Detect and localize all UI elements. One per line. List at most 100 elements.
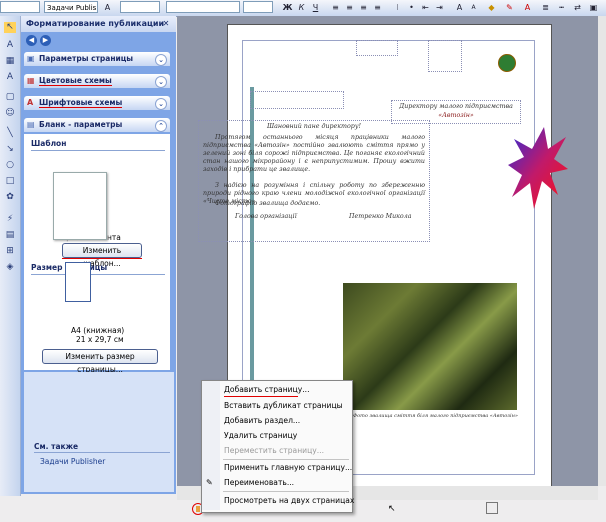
font-size-field[interactable] (243, 1, 273, 13)
align-right-icon[interactable]: ≡ (358, 2, 369, 13)
photo-caption: Фото звалища сміття біля малого підприєм… (353, 413, 518, 419)
justify-icon[interactable]: ≡ (372, 2, 383, 13)
contact-box[interactable] (428, 40, 462, 72)
increase-indent-icon[interactable]: ⇥ (434, 2, 445, 13)
form-control-icon[interactable]: ⊞ (4, 246, 16, 257)
rectangle-icon[interactable]: □ (4, 176, 16, 187)
menu-item-add-section[interactable]: Добавить раздел... (224, 415, 300, 427)
font-color-icon[interactable]: A (522, 2, 533, 13)
close-icon[interactable]: ✕ (161, 19, 171, 29)
line-style-icon[interactable]: ≣ (540, 2, 551, 13)
font-size-up-icon[interactable]: A (454, 2, 465, 13)
style-field[interactable]: Задачи Publisher (44, 1, 98, 13)
menu-item-apply-master[interactable]: Применить главную страницу... (224, 462, 352, 474)
wordart-icon[interactable]: A (4, 72, 16, 83)
page-icon (196, 506, 200, 512)
page-options-icon: ▣ (27, 54, 35, 63)
chevron-down-icon[interactable]: ⌄ (155, 54, 167, 66)
section-label: Цветовые схемы (39, 76, 112, 86)
text-box-icon[interactable]: A (4, 40, 16, 51)
table-icon[interactable]: ▦ (4, 56, 16, 67)
chevron-down-icon[interactable]: ⌄ (155, 76, 167, 88)
arrow-style-icon[interactable]: ⇄ (572, 2, 583, 13)
letterhead-icon: ▤ (27, 120, 35, 129)
section-font-schemes[interactable]: A Шрифтовые схемы ⌄ (24, 96, 170, 110)
align-left-icon[interactable]: ≡ (330, 2, 341, 13)
section-color-schemes[interactable]: ▦ Цветовые схемы ⌄ (24, 74, 170, 88)
formatting-toolbar: Задачи Publisher A Ж К Ч ≡ ≡ ≡ ≡ ⁝ • ⇤ ⇥… (0, 0, 606, 17)
objects-toolbar: ↖ A ▦ A ▢ ☺ ╲ ↘ ○ □ ✿ ⚡ ▤ ⊞ ◈ (0, 16, 21, 496)
divider (31, 150, 165, 151)
styles-icon[interactable]: A (102, 2, 113, 13)
menu-item-rename[interactable]: Переименовать... (224, 477, 294, 489)
template-heading: Шаблон (31, 139, 67, 148)
page-context-menu: Добавить страницу... Вставить дубликат с… (201, 380, 354, 513)
task-pane: Форматирование публикации ✕ ◀ ▶ ▣ Параме… (21, 16, 176, 494)
bullets-icon[interactable]: • (406, 2, 417, 13)
chevron-down-icon[interactable]: ⌄ (155, 98, 167, 110)
oval-icon[interactable]: ○ (4, 160, 16, 171)
color-schemes-icon: ▦ (27, 76, 35, 85)
org-name-box[interactable] (356, 40, 398, 56)
section-label: Бланк - параметры (39, 120, 123, 129)
addressee-line2: «Автозін» (438, 112, 474, 119)
fill-color-icon[interactable]: ◆ (486, 2, 497, 13)
address-box[interactable] (250, 91, 344, 109)
font-size-down-icon[interactable]: A (468, 2, 479, 13)
italic-button[interactable]: К (296, 2, 307, 13)
autoshapes-icon[interactable]: ✿ (4, 192, 16, 203)
chevron-up-icon[interactable]: ⌃ (155, 120, 167, 132)
line-color-icon[interactable]: ✎ (504, 2, 515, 13)
logo-icon[interactable] (498, 54, 516, 72)
change-page-size-button[interactable]: Изменить размер страницы... (42, 349, 158, 374)
rename-icon: ✎ (206, 478, 213, 487)
decrease-indent-icon[interactable]: ⇤ (420, 2, 431, 13)
section-page-options[interactable]: ▣ Параметры страницы ⌄ (24, 52, 170, 66)
dash-style-icon[interactable]: ┅ (556, 2, 567, 13)
line-icon[interactable]: ╲ (4, 128, 16, 139)
design-gallery-icon[interactable]: ▤ (4, 230, 16, 241)
shadow-icon[interactable]: ▣ (588, 2, 599, 13)
size-indicator-icon (486, 502, 498, 514)
landfill-photo[interactable] (343, 283, 517, 410)
mouse-cursor-icon: ↖ (388, 504, 396, 514)
menu-item-add-page[interactable]: Добавить страницу... (224, 384, 310, 396)
font-family-field[interactable] (166, 1, 240, 13)
see-also-link[interactable]: Задачи Publisher (40, 457, 105, 466)
underline-button[interactable]: Ч (310, 2, 321, 13)
arrow-icon[interactable]: ↘ (4, 144, 16, 155)
red-underline (224, 396, 298, 397)
vertical-scrollbar[interactable] (598, 16, 606, 486)
forward-icon[interactable]: ▶ (40, 35, 51, 46)
back-icon[interactable]: ◀ (26, 35, 37, 46)
section-label: Шрифтовые схемы (39, 98, 123, 108)
starburst-shape[interactable] (508, 125, 568, 225)
bold-button[interactable]: Ж (282, 2, 293, 13)
letter-body-box[interactable]: Шановний пане директору! Протягом останн… (198, 120, 430, 242)
letter-paragraph-1: Протягом останнього місяця працівники ма… (203, 134, 425, 173)
see-also-panel: См. также Задачи Publisher (24, 372, 174, 492)
page-size-dims: 21 x 29,7 см (76, 335, 124, 344)
html-fragment-icon[interactable]: ◈ (4, 262, 16, 273)
picture-frame-icon[interactable]: ▢ (4, 92, 16, 103)
divider (34, 452, 170, 453)
numbering-icon[interactable]: ⁝ (392, 2, 403, 13)
menu-item-move-page: Переместить страницу... (224, 446, 324, 455)
change-template-button[interactable]: Изменить шаблон... (62, 243, 142, 268)
photo-note: Фотографію звалища додаємо. (215, 200, 321, 207)
section-letterhead-options[interactable]: ▤ Бланк - параметры ⌃ (24, 118, 170, 132)
align-center-icon[interactable]: ≡ (344, 2, 355, 13)
clip-art-icon[interactable]: ☺ (4, 108, 16, 119)
page-size-thumbnail[interactable] (65, 262, 91, 302)
font-schemes-icon: A (27, 98, 34, 107)
hot-spot-icon[interactable]: ⚡ (4, 214, 16, 225)
section-label: Параметры страницы (39, 54, 134, 63)
font-field[interactable] (120, 1, 160, 13)
template-thumbnail[interactable] (53, 172, 107, 240)
menu-item-delete-page[interactable]: Удалить страницу (224, 430, 297, 442)
menu-item-two-page-view[interactable]: Просмотреть на двух страницах (224, 495, 354, 507)
font-name-field[interactable] (0, 1, 40, 13)
menu-item-insert-duplicate[interactable]: Вставить дубликат страницы (224, 400, 343, 412)
select-arrow-icon[interactable]: ↖ (4, 22, 16, 33)
options-panel: Шаблон Цветная лента Изменить шаблон... … (24, 134, 170, 374)
